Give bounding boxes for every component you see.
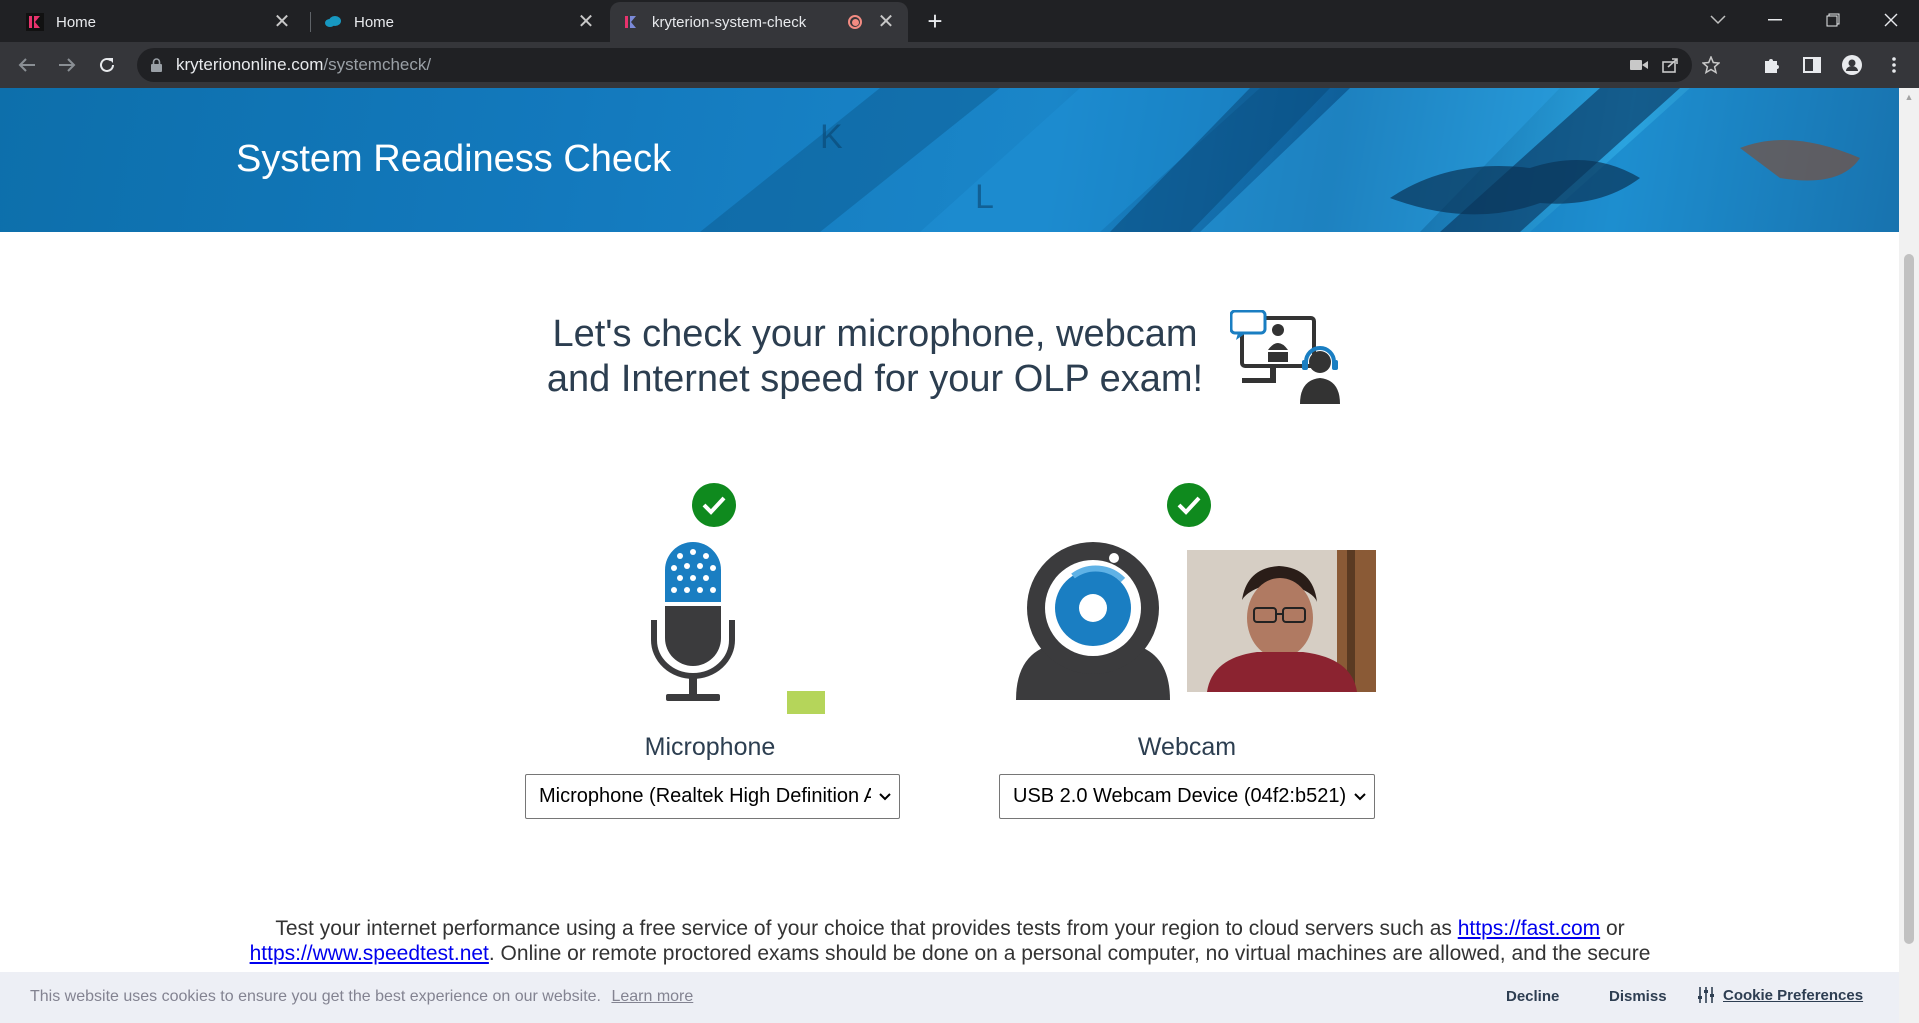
address-bar[interactable]: kryteriononline.com/systemcheck/ [137,48,1720,82]
scroll-thumb[interactable] [1904,254,1914,944]
reload-button[interactable] [92,50,122,80]
browser-menu-icon[interactable] [1882,54,1906,76]
webcam-icon [1016,542,1170,700]
headline-line-1: Let's check your microphone, webcam [552,313,1198,355]
salesforce-cloud-favicon [325,16,341,27]
close-tab-icon[interactable]: ✕ [876,12,896,32]
cookie-preferences-label: Cookie Preferences [1723,986,1864,1004]
close-window-button[interactable] [1868,0,1914,40]
dismiss-button[interactable]: Dismiss [1609,988,1667,1005]
kryterion-favicon [625,16,636,28]
bookmark-star-icon[interactable] [1700,55,1722,75]
microphone-ok-check-icon [692,483,736,527]
tab-separator [310,12,311,32]
extensions-puzzle-icon[interactable] [1760,54,1784,76]
online-proctor-illustration-icon [1230,310,1340,404]
url-domain: kryteriononline.com [176,55,324,74]
microphone-select[interactable]: Microphone (Realtek High Definition Audi… [525,774,900,819]
microphone-select-value: Microphone (Realtek High Definition Audi… [539,785,871,807]
learn-more-link[interactable]: Learn more [611,988,693,1005]
tab-search-chevron-icon[interactable] [1695,0,1741,40]
chevron-down-icon [871,788,899,806]
new-tab-button[interactable]: + [920,6,950,36]
url-path: /systemcheck/ [323,55,432,74]
svg-text:K: K [820,118,843,156]
cookie-banner: This website uses cookies to ensure you … [0,972,1899,1023]
camera-in-use-icon[interactable] [1628,55,1650,75]
paragraph-text: . Online or remote proctored exams shoul… [488,942,1651,965]
headline: Let's check your microphone, webcam and … [500,312,1250,402]
decline-button[interactable]: Decline [1506,988,1559,1005]
tab-title: Home [56,13,97,31]
paragraph-text: Test your internet performance using a f… [275,917,1458,940]
tab-home-salesforce[interactable]: Home ✕ [312,2,608,42]
page-content: K L System Readiness Check Let's check y… [0,88,1899,1023]
back-button[interactable] [12,50,42,80]
webcam-preview-video [1187,550,1376,692]
webcam-person-image [1187,550,1376,692]
webcam-select-value: USB 2.0 Webcam Device (04f2:b521) [1013,785,1346,807]
fast-com-link[interactable]: https://fast.com [1458,917,1600,940]
tab-home-kryterion[interactable]: Home ✕ [14,2,304,42]
tab-title: Home [354,13,395,31]
headline-line-2: and Internet speed for your OLP exam! [546,358,1204,400]
browser-toolbar: kryteriononline.com/systemcheck/ [0,42,1919,88]
page-scrollbar[interactable]: ▲ [1899,88,1919,1023]
webcam-label: Webcam [1137,733,1237,761]
webcam-ok-check-icon [1167,483,1211,527]
profile-avatar-icon[interactable] [1840,54,1864,76]
kryterion-favicon [26,13,44,31]
cookie-message: This website uses cookies to ensure you … [30,988,693,1006]
tab-strip: Home ✕ Home ✕ kryterion-system-check ✕ + [0,0,1919,42]
forward-button[interactable] [52,50,82,80]
lock-icon [151,58,162,72]
scroll-up-arrow-icon[interactable]: ▲ [1904,92,1914,102]
paragraph-text: or [1600,917,1625,940]
svg-text:L: L [975,178,994,216]
internet-test-paragraph: Test your internet performance using a f… [230,916,1670,966]
close-tab-icon[interactable]: ✕ [576,12,596,32]
speedtest-link[interactable]: https://www.speedtest.net [250,942,489,965]
share-icon[interactable] [1660,55,1682,75]
microphone-icon [651,542,735,701]
recording-indicator-icon [848,15,862,29]
cookie-preferences-button[interactable]: Cookie Preferences [1697,986,1863,1004]
side-panel-icon[interactable] [1800,54,1824,76]
microphone-level-meter [787,691,825,714]
sliders-icon [1698,987,1714,1003]
close-tab-icon[interactable]: ✕ [272,12,292,32]
microphone-label: Microphone [644,733,776,761]
minimize-button[interactable] [1752,0,1798,40]
webcam-select[interactable]: USB 2.0 Webcam Device (04f2:b521) [999,774,1375,819]
cookie-message-text: This website uses cookies to ensure you … [30,988,601,1005]
chevron-down-icon [1346,788,1374,806]
tab-title: kryterion-system-check [652,13,807,31]
tab-kryterion-system-check[interactable]: kryterion-system-check ✕ [610,2,908,42]
page-title: System Readiness Check [236,138,672,180]
hero-banner: K L System Readiness Check [0,88,1899,232]
restore-button[interactable] [1810,0,1856,40]
